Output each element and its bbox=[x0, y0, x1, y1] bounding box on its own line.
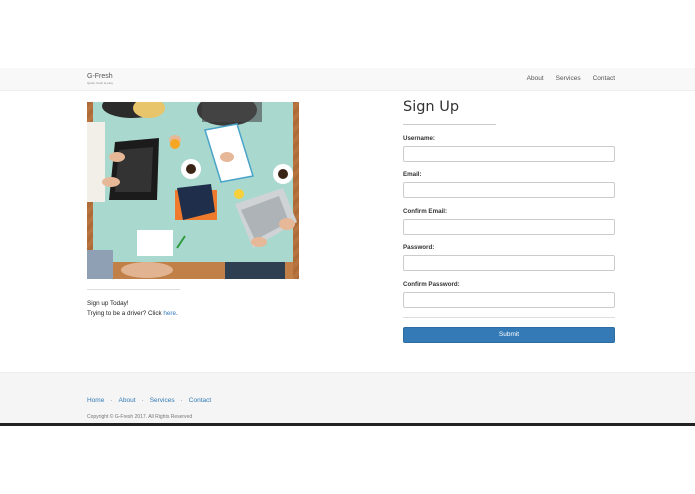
signup-promo: Sign up Today! Trying to be a driver? Cl… bbox=[87, 299, 178, 318]
confirm-email-label: Confirm Email: bbox=[403, 208, 448, 215]
footer-home-link[interactable]: Home bbox=[87, 397, 104, 404]
driver-prompt-text: Trying to be a driver? Click bbox=[87, 309, 164, 317]
driver-signup-link[interactable]: here bbox=[163, 310, 176, 317]
driver-prompt: Trying to be a driver? Click here. bbox=[87, 309, 178, 319]
brand-title: G-Fresh bbox=[87, 73, 113, 80]
left-divider bbox=[87, 289, 180, 290]
email-label: Email: bbox=[403, 171, 422, 178]
brand-logo[interactable]: G-Fresh Quick, fresh & easy bbox=[87, 73, 113, 85]
footer-links: Home · About · Services · Contact bbox=[87, 397, 211, 404]
bottom-bar bbox=[0, 423, 695, 426]
form-title: Sign Up bbox=[403, 99, 460, 115]
nav-links: About Services Contact bbox=[527, 75, 615, 83]
brand-subtitle: Quick, fresh & easy bbox=[87, 81, 114, 85]
copyright-text: Copyright © G-Fresh 2017. All Rights Res… bbox=[87, 414, 193, 420]
title-divider bbox=[403, 124, 496, 125]
confirm-email-input[interactable] bbox=[403, 219, 615, 235]
footer-about-link[interactable]: About bbox=[119, 397, 136, 404]
driver-prompt-suffix: . bbox=[176, 309, 178, 317]
confirm-password-label: Confirm Password: bbox=[403, 281, 460, 288]
submit-button[interactable]: Submit bbox=[403, 327, 615, 343]
nav-services[interactable]: Services bbox=[556, 75, 581, 83]
signup-today-text: Sign up Today! bbox=[87, 300, 129, 307]
password-input[interactable] bbox=[403, 255, 615, 271]
footer-separator: · bbox=[110, 397, 113, 404]
username-label: Username: bbox=[403, 135, 435, 142]
nav-contact[interactable]: Contact bbox=[593, 75, 615, 83]
navbar: G-Fresh Quick, fresh & easy About Servic… bbox=[0, 68, 695, 91]
password-label: Password: bbox=[403, 244, 435, 251]
footer: Home · About · Services · Contact Copyri… bbox=[0, 372, 695, 423]
nav-about[interactable]: About bbox=[527, 75, 544, 83]
confirm-password-input[interactable] bbox=[403, 292, 615, 308]
footer-services-link[interactable]: Services bbox=[150, 397, 175, 404]
footer-contact-link[interactable]: Contact bbox=[189, 397, 211, 404]
footer-separator: · bbox=[141, 397, 144, 404]
team-working-at-table-icon bbox=[87, 102, 299, 279]
username-input[interactable] bbox=[403, 146, 615, 162]
email-input[interactable] bbox=[403, 182, 615, 198]
hero-image bbox=[87, 102, 299, 279]
footer-separator: · bbox=[180, 397, 183, 404]
form-divider bbox=[403, 317, 615, 318]
